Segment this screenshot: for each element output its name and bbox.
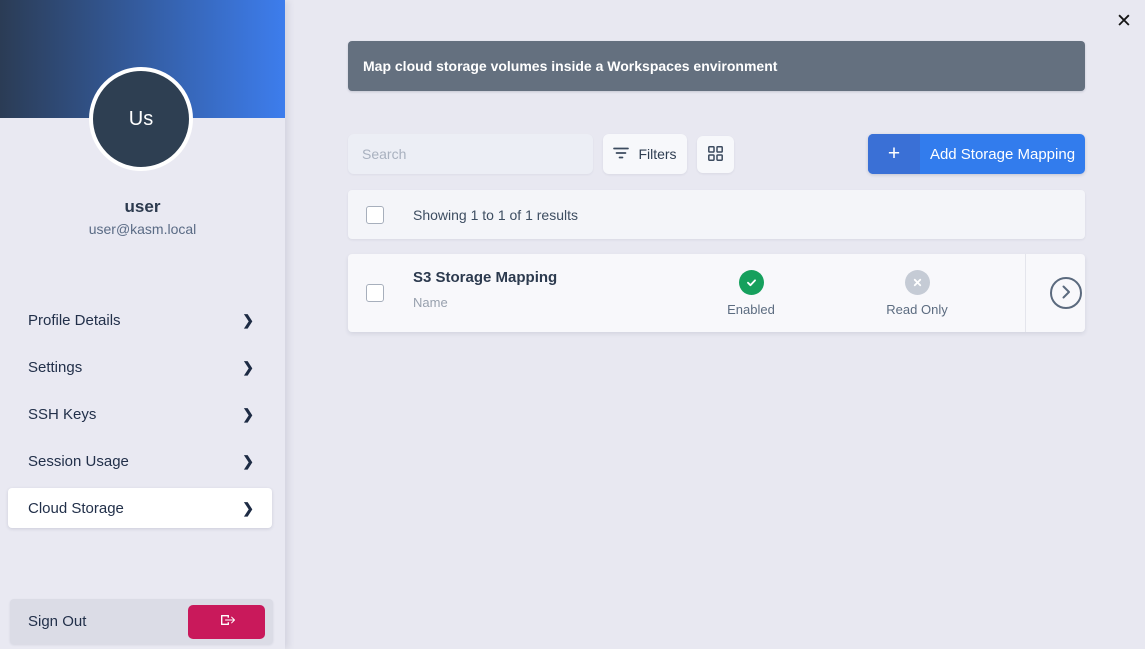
plus-icon: + bbox=[868, 134, 920, 174]
sign-out-button[interactable] bbox=[188, 605, 265, 639]
chevron-right-icon: ❯ bbox=[242, 500, 254, 517]
sidebar-item-label: Profile Details bbox=[28, 312, 121, 329]
avatar: Us bbox=[89, 67, 193, 171]
sidebar-item-settings[interactable]: Settings ❯ bbox=[8, 344, 272, 391]
select-all-checkbox[interactable] bbox=[366, 206, 384, 224]
sidebar-item-session-usage[interactable]: Session Usage ❯ bbox=[8, 438, 272, 485]
chevron-right-circle-icon bbox=[1062, 285, 1071, 302]
grid-view-button[interactable] bbox=[697, 136, 734, 173]
storage-mapping-row: S3 Storage Mapping Name Enabled Read Onl… bbox=[348, 254, 1085, 332]
filters-button[interactable]: Filters bbox=[603, 134, 687, 174]
profile-sidebar: Us user user@kasm.local Profile Details … bbox=[0, 0, 285, 649]
sidebar-item-profile-details[interactable]: Profile Details ❯ bbox=[8, 297, 272, 344]
row-divider bbox=[1025, 254, 1026, 332]
logout-icon bbox=[219, 612, 235, 631]
chevron-right-icon: ❯ bbox=[242, 359, 254, 376]
sidebar-item-label: SSH Keys bbox=[28, 406, 96, 423]
filters-label: Filters bbox=[638, 146, 676, 162]
username: user bbox=[0, 197, 285, 217]
search-input[interactable] bbox=[348, 134, 593, 174]
row-name-block: S3 Storage Mapping Name bbox=[413, 269, 557, 310]
grid-icon bbox=[707, 145, 724, 165]
avatar-initials: Us bbox=[129, 108, 153, 131]
read-only-status: Read Only bbox=[857, 254, 977, 332]
sidebar-item-label: Cloud Storage bbox=[28, 500, 124, 517]
results-summary-text: Showing 1 to 1 of 1 results bbox=[413, 207, 578, 223]
sidebar-item-cloud-storage[interactable]: Cloud Storage ❯ bbox=[8, 488, 272, 528]
filter-icon bbox=[613, 146, 629, 162]
banner-text: Map cloud storage volumes inside a Works… bbox=[363, 58, 777, 74]
sign-out-bar: Sign Out bbox=[10, 599, 273, 644]
chevron-right-icon: ❯ bbox=[242, 312, 254, 329]
enabled-status: Enabled bbox=[691, 254, 811, 332]
storage-mapping-name: S3 Storage Mapping bbox=[413, 269, 557, 286]
close-icon[interactable]: ✕ bbox=[1110, 7, 1138, 35]
sidebar-item-ssh-keys[interactable]: SSH Keys ❯ bbox=[8, 391, 272, 438]
name-column-label: Name bbox=[413, 295, 557, 310]
info-banner: Map cloud storage volumes inside a Works… bbox=[348, 41, 1085, 91]
row-expand-button[interactable] bbox=[1050, 277, 1082, 309]
check-circle-icon bbox=[739, 270, 764, 295]
sidebar-item-label: Session Usage bbox=[28, 453, 129, 470]
sign-out-label: Sign Out bbox=[28, 613, 86, 630]
cloud-storage-page: Us user user@kasm.local Profile Details … bbox=[0, 0, 1145, 649]
row-checkbox[interactable] bbox=[366, 284, 384, 302]
sidebar-menu: Profile Details ❯ Settings ❯ SSH Keys ❯ … bbox=[8, 297, 272, 532]
add-storage-mapping-label: Add Storage Mapping bbox=[920, 134, 1085, 174]
enabled-label: Enabled bbox=[727, 302, 775, 317]
results-summary-bar: Showing 1 to 1 of 1 results bbox=[348, 190, 1085, 239]
chevron-right-icon: ❯ bbox=[242, 453, 254, 470]
x-circle-icon bbox=[905, 270, 930, 295]
read-only-label: Read Only bbox=[886, 302, 947, 317]
user-email: user@kasm.local bbox=[0, 221, 285, 237]
add-storage-mapping-button[interactable]: + Add Storage Mapping bbox=[868, 134, 1085, 174]
chevron-right-icon: ❯ bbox=[242, 406, 254, 423]
sidebar-item-label: Settings bbox=[28, 359, 82, 376]
